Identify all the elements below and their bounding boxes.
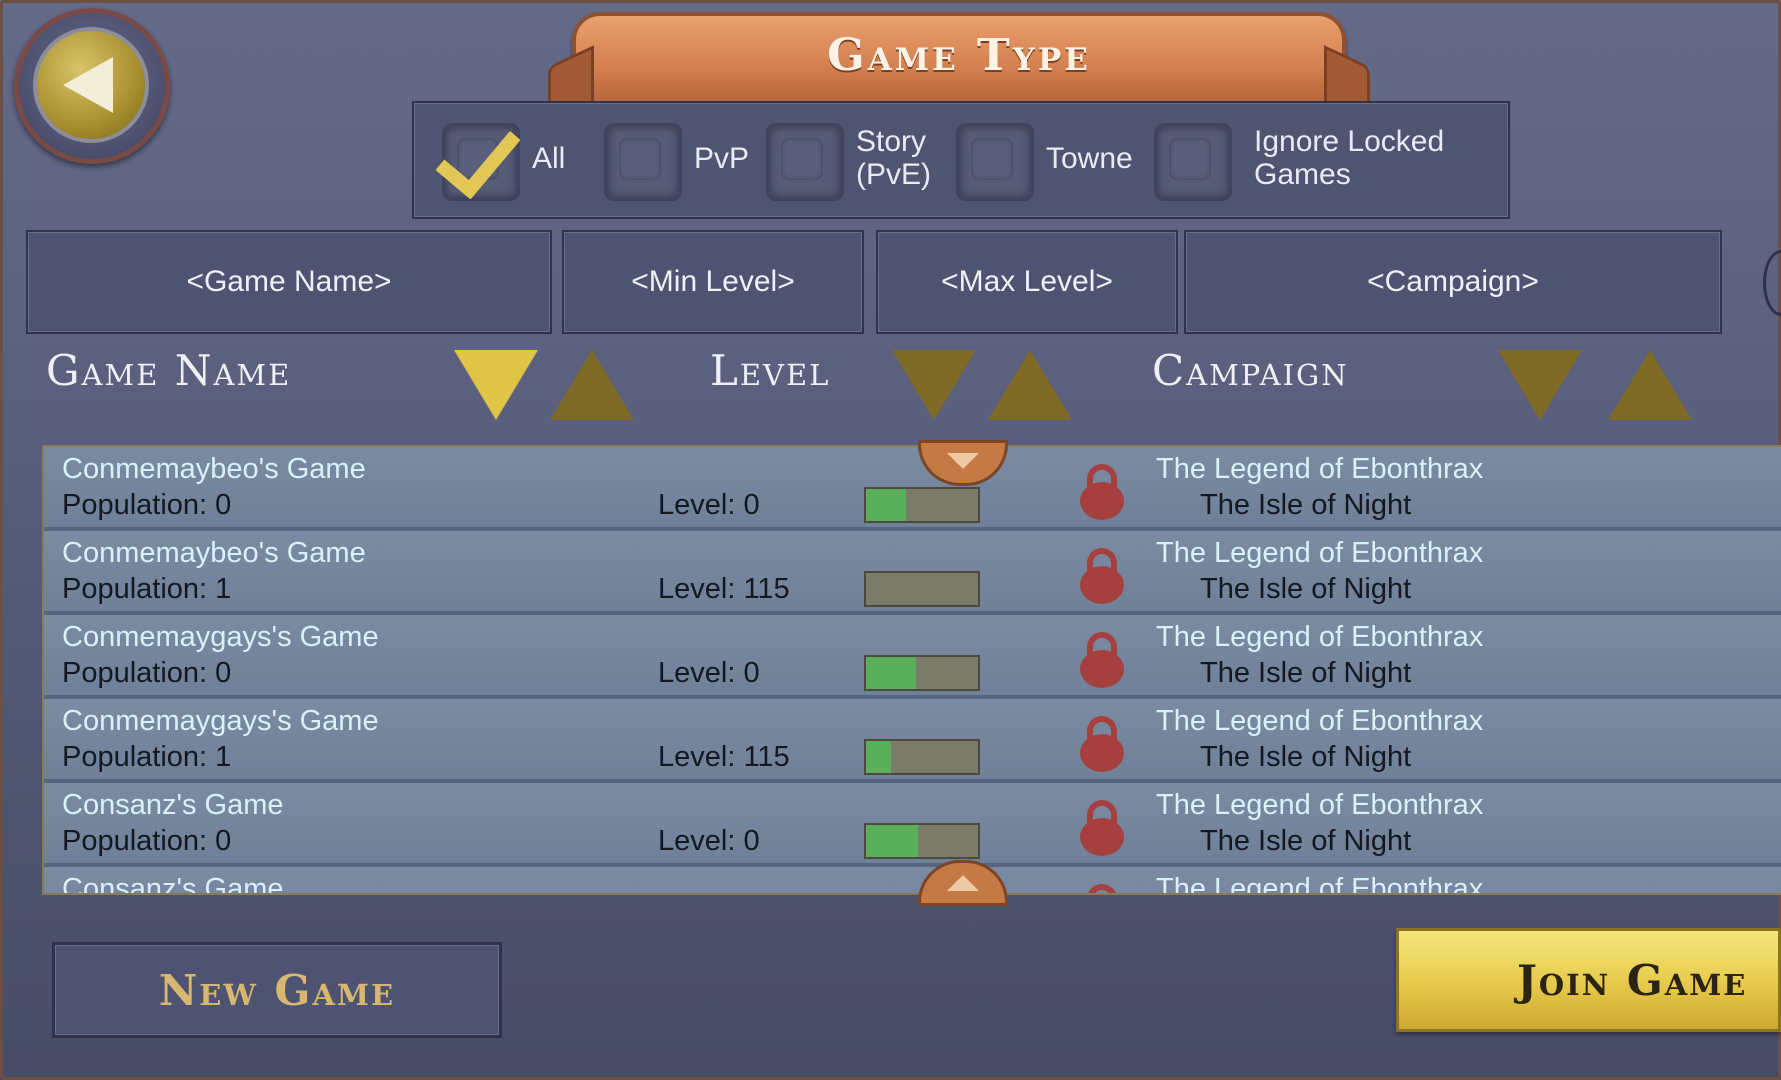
filter-ignore-locked-label: Ignore Locked Games	[1254, 125, 1445, 191]
level-progress-bar	[864, 655, 980, 691]
chevron-up-icon	[947, 875, 979, 891]
campaign-column-header: Campaign	[1152, 346, 1349, 395]
lock-icon	[1088, 884, 1116, 893]
filter-pvp-label: PvP	[694, 142, 750, 175]
filter-towne-checkbox[interactable]	[956, 123, 1034, 201]
game-name: Conmemaygays's Game	[62, 705, 379, 737]
level-progress-bar	[864, 823, 980, 859]
min-level-search-field[interactable]: <Min Level>	[562, 230, 864, 334]
game-name: Consanz's Game	[62, 873, 284, 895]
campaign-map: The Isle of Night	[1200, 657, 1412, 689]
game-name: Conmemaybeo's Game	[62, 537, 366, 569]
back-arrow-icon	[33, 27, 149, 143]
game-level: Level: 0	[658, 657, 760, 689]
join-game-button[interactable]: Join Game	[1396, 928, 1781, 1032]
game-name: Conmemaybeo's Game	[62, 453, 366, 485]
campaign-name: The Legend of Ebonthrax	[1156, 453, 1484, 485]
game-list-row[interactable]: Conmemaygays's Game Population: 1 Level: 1…	[44, 699, 1781, 783]
sort-campaign-asc-icon[interactable]	[1608, 350, 1692, 420]
game-population: Population: 0	[62, 489, 232, 521]
game-list-row[interactable]: Conmemaygays's Game Population: 0 Level: 0…	[44, 615, 1781, 699]
sort-level-asc-icon[interactable]	[988, 350, 1072, 420]
campaign-map: The Isle of Night	[1200, 573, 1412, 605]
filter-story-checkbox[interactable]	[766, 123, 844, 201]
filter-towne-label: Towne	[1046, 142, 1133, 175]
max-level-search-field[interactable]: <Max Level>	[876, 230, 1178, 334]
sort-level-desc-icon[interactable]	[892, 350, 976, 420]
level-progress-bar	[864, 487, 980, 523]
game-list-row[interactable]: Consanz's Game The Legend of Ebonthrax	[44, 867, 1781, 895]
sort-game-name-asc-icon[interactable]	[550, 350, 634, 420]
game-list-row[interactable]: Consanz's Game Population: 0 Level: 0 The L…	[44, 783, 1781, 867]
game-population: Population: 1	[62, 741, 232, 773]
level-progress-bar	[864, 739, 980, 775]
campaign-name: The Legend of Ebonthrax	[1156, 621, 1484, 653]
game-population: Population: 0	[62, 825, 232, 857]
new-game-button[interactable]: New Game	[52, 942, 502, 1038]
game-name: Conmemaygays's Game	[62, 621, 379, 653]
lock-icon	[1080, 548, 1124, 604]
edge-decoration	[1763, 250, 1781, 316]
game-list-row[interactable]: Conmemaybeo's Game Population: 0 Level: 0 T…	[44, 447, 1781, 531]
lock-icon	[1080, 800, 1124, 856]
game-list-row[interactable]: Conmemaybeo's Game Population: 1 Level: 11…	[44, 531, 1781, 615]
game-type-banner: Game Type	[548, 12, 1370, 135]
chevron-down-icon	[947, 453, 979, 469]
game-level: Level: 0	[658, 489, 760, 521]
lock-icon	[1080, 464, 1124, 520]
campaign-name: The Legend of Ebonthrax	[1156, 705, 1484, 737]
campaign-search-field[interactable]: <Campaign>	[1184, 230, 1722, 334]
back-button[interactable]	[14, 8, 170, 164]
filter-ignore-locked-checkbox[interactable]	[1154, 123, 1232, 201]
game-level: Level: 0	[658, 825, 760, 857]
campaign-map: The Isle of Night	[1200, 825, 1412, 857]
game-name: Consanz's Game	[62, 789, 284, 821]
filter-all-label: All	[532, 142, 566, 175]
lock-icon	[1080, 716, 1124, 772]
level-column-header: Level	[710, 346, 831, 395]
game-level: Level: 115	[658, 573, 790, 605]
campaign-name: The Legend of Ebonthrax	[1156, 873, 1484, 895]
campaign-name: The Legend of Ebonthrax	[1156, 537, 1484, 569]
game-list[interactable]: Conmemaybeo's Game Population: 0 Level: 0 T…	[42, 445, 1781, 895]
game-name-search-field[interactable]: <Game Name>	[26, 230, 552, 334]
filter-all-checkbox[interactable]	[435, 110, 521, 201]
filter-pvp-checkbox[interactable]	[604, 123, 682, 201]
checkmark-icon	[435, 110, 521, 200]
game-level: Level: 115	[658, 741, 790, 773]
campaign-map: The Isle of Night	[1200, 489, 1412, 521]
level-progress-bar	[864, 571, 980, 607]
sort-campaign-desc-icon[interactable]	[1498, 350, 1582, 420]
sort-game-name-desc-icon[interactable]	[454, 350, 538, 420]
campaign-name: The Legend of Ebonthrax	[1156, 789, 1484, 821]
filter-story-label: Story (PvE)	[856, 125, 931, 191]
campaign-map: The Isle of Night	[1200, 741, 1412, 773]
game-population: Population: 0	[62, 657, 232, 689]
game-population: Population: 1	[62, 573, 232, 605]
game-type-filter-panel: All PvP Story (PvE) Towne Ignore Locked …	[412, 101, 1510, 219]
game-name-column-header: Game Name	[46, 346, 292, 395]
banner-title: Game Type	[827, 30, 1091, 81]
lock-icon	[1080, 632, 1124, 688]
